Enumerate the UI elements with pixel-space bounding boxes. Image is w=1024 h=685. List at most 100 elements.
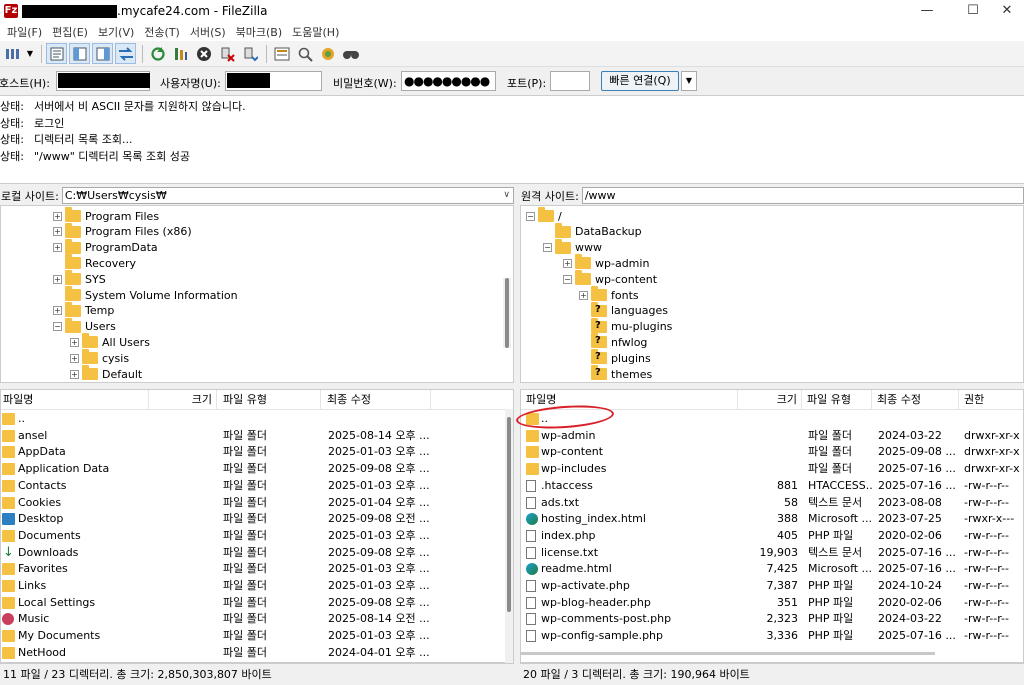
tree-node[interactable]: + wp-admin <box>563 254 649 271</box>
file-row[interactable]: My Documents 파일 폴더 2025-01-03 오후 ... <box>1 628 513 645</box>
file-row[interactable]: wp-config-sample.php 3,336 PHP 파일 2025-07-1… <box>521 628 1023 645</box>
column-size[interactable]: 크기 <box>738 390 802 410</box>
local-list-scrollbar[interactable] <box>505 409 513 663</box>
tree-node[interactable]: Recovery <box>53 254 136 271</box>
scrollbar-thumb[interactable] <box>505 278 509 348</box>
tree-node[interactable]: mu-plugins <box>579 317 672 335</box>
column-permissions[interactable]: 권한 <box>959 390 1023 410</box>
column-modified[interactable]: 최종 수정 <box>872 390 959 410</box>
tree-node[interactable]: + fonts <box>579 286 639 303</box>
remote-path-input[interactable]: /www <box>581 187 1024 204</box>
column-size[interactable]: 크기 <box>149 390 217 410</box>
compare-directories-icon[interactable] <box>294 43 315 64</box>
file-row[interactable]: wp-blog-header.php 351 PHP 파일 2020-02-06 -rw… <box>521 595 1023 612</box>
file-row[interactable]: readme.html 7,425 Microsoft ... 2025-07-16 … <box>521 561 1023 578</box>
collapse-icon[interactable]: − <box>526 211 535 221</box>
tree-node[interactable]: − www <box>543 238 602 256</box>
file-row[interactable]: AppData 파일 폴더 2025-01-03 오후 ... <box>1 444 513 461</box>
chevron-down-icon[interactable]: ∨ <box>503 188 510 203</box>
close-button[interactable]: ✕ <box>990 0 1024 22</box>
collapse-icon[interactable]: − <box>543 243 552 253</box>
expand-icon[interactable]: + <box>53 211 62 221</box>
tree-node[interactable]: System Volume Information <box>53 286 238 303</box>
site-manager-dropdown-icon[interactable]: ▼ <box>25 43 35 64</box>
menu-view[interactable]: 보기(V) <box>93 24 139 40</box>
reconnect-icon[interactable] <box>239 43 260 64</box>
file-row[interactable]: wp-includes 파일 폴더 2025-07-16 ... drwxr-xr-x <box>521 461 1023 478</box>
tree-node[interactable]: DataBackup <box>543 222 642 240</box>
refresh-icon[interactable] <box>147 43 168 64</box>
password-input[interactable]: ●●●●●●●●● <box>401 71 496 91</box>
file-row[interactable]: Favorites 파일 폴더 2025-01-03 오후 ... <box>1 561 513 578</box>
tree-node[interactable]: plugins <box>579 349 651 366</box>
column-modified[interactable]: 최종 수정 <box>321 390 431 410</box>
process-queue-icon[interactable] <box>170 43 191 64</box>
column-filename[interactable]: 파일명 <box>1 390 149 410</box>
tree-node[interactable]: − wp-content <box>563 270 657 287</box>
expand-icon[interactable]: + <box>53 274 62 284</box>
menu-bookmarks[interactable]: 북마크(B) <box>231 24 288 40</box>
toggle-queue-icon[interactable] <box>115 43 136 64</box>
file-row[interactable]: Cookies 파일 폴더 2025-01-04 오후 ... <box>1 495 513 512</box>
expand-icon[interactable]: + <box>70 369 79 379</box>
file-row[interactable]: wp-activate.php 7,387 PHP 파일 2024-10-24 -rw-… <box>521 578 1023 595</box>
menu-server[interactable]: 서버(S) <box>185 24 231 40</box>
file-row[interactable]: Local Settings 파일 폴더 2025-09-08 오후 ... <box>1 595 513 612</box>
disconnect-icon[interactable] <box>216 43 237 64</box>
tree-node[interactable]: + cysis <box>70 349 129 366</box>
tree-node[interactable]: themes <box>579 365 652 382</box>
directory-filter-icon[interactable] <box>271 43 292 64</box>
column-type[interactable]: 파일 유형 <box>802 390 872 410</box>
toggle-remote-tree-icon[interactable] <box>92 43 113 64</box>
tree-node[interactable]: + Temp <box>53 301 114 319</box>
expand-icon[interactable]: + <box>53 306 62 316</box>
sync-browsing-icon[interactable] <box>317 43 338 64</box>
file-row[interactable]: ads.txt 58 텍스트 문서 2023-08-08 -rw-r--r-- <box>521 495 1023 512</box>
local-path-input[interactable]: C:₩Users₩cysis₩ ∨ <box>61 187 514 204</box>
local-tree-scrollbar[interactable] <box>503 278 511 348</box>
file-row[interactable]: Documents 파일 폴더 2025-01-03 오후 ... <box>1 528 513 545</box>
tree-node[interactable]: + Program Files (x86) <box>53 222 192 240</box>
toggle-local-tree-icon[interactable] <box>69 43 90 64</box>
file-row[interactable]: .. <box>1 411 513 428</box>
menu-transfer[interactable]: 전송(T) <box>139 24 185 40</box>
file-row[interactable]: Desktop 파일 폴더 2025-09-08 오전 ... <box>1 511 513 528</box>
port-input[interactable] <box>550 71 590 91</box>
site-manager-icon[interactable] <box>2 43 23 64</box>
expand-icon[interactable]: + <box>70 353 79 363</box>
tree-node[interactable]: nfwlog <box>579 333 647 350</box>
menu-help[interactable]: 도움말(H) <box>287 24 344 40</box>
remote-horizontal-scrollbar[interactable] <box>520 652 935 655</box>
file-row[interactable]: wp-admin 파일 폴더 2024-03-22 drwxr-xr-x <box>521 428 1023 445</box>
tree-node[interactable]: + Program Files <box>53 207 159 224</box>
tree-node[interactable]: + All Users <box>70 333 150 350</box>
column-type[interactable]: 파일 유형 <box>217 390 321 410</box>
quickconnect-button[interactable]: 빠른 연결(Q) <box>601 71 679 91</box>
tree-node[interactable]: + SYS <box>53 270 106 287</box>
file-row[interactable]: license.txt 19,903 텍스트 문서 2025-07-16 ... -rw… <box>521 545 1023 562</box>
file-row[interactable]: NetHood 파일 폴더 2024-04-01 오후 ... <box>1 645 513 662</box>
expand-icon[interactable]: + <box>53 243 62 253</box>
expand-icon[interactable]: + <box>53 227 62 237</box>
quickconnect-dropdown-icon[interactable]: ▼ <box>681 71 697 91</box>
expand-icon[interactable]: + <box>579 290 588 300</box>
tree-node[interactable]: + Default <box>70 365 142 382</box>
expand-icon[interactable]: + <box>70 337 79 347</box>
file-row[interactable]: ↓ Downloads 파일 폴더 2025-09-08 오후 ... <box>1 545 513 562</box>
scrollbar-thumb[interactable] <box>507 417 511 612</box>
file-row[interactable]: Application Data 파일 폴더 2025-09-08 오후 ... <box>1 461 513 478</box>
cancel-operation-icon[interactable] <box>193 43 214 64</box>
file-row[interactable]: index.php 405 PHP 파일 2020-02-06 -rw-r--r-- <box>521 528 1023 545</box>
file-row[interactable]: Contacts 파일 폴더 2025-01-03 오후 ... <box>1 478 513 495</box>
file-row[interactable]: wp-comments-post.php 2,323 PHP 파일 2024-03-2… <box>521 611 1023 628</box>
file-row[interactable]: Music 파일 폴더 2025-08-14 오전 ... <box>1 611 513 628</box>
collapse-icon[interactable]: − <box>53 322 62 332</box>
file-row[interactable]: .htaccess 881 HTACCESS... 2025-07-16 ... -rw… <box>521 478 1023 495</box>
file-row[interactable]: hosting_index.html 388 Microsoft ... 2023-0… <box>521 511 1023 528</box>
file-row[interactable]: ansel 파일 폴더 2025-08-14 오후 ... <box>1 428 513 445</box>
search-files-icon[interactable] <box>340 43 361 64</box>
menu-edit[interactable]: 편집(E) <box>47 24 93 40</box>
collapse-icon[interactable]: − <box>563 274 572 284</box>
toggle-log-icon[interactable] <box>46 43 67 64</box>
tree-node[interactable]: + ProgramData <box>53 238 158 256</box>
